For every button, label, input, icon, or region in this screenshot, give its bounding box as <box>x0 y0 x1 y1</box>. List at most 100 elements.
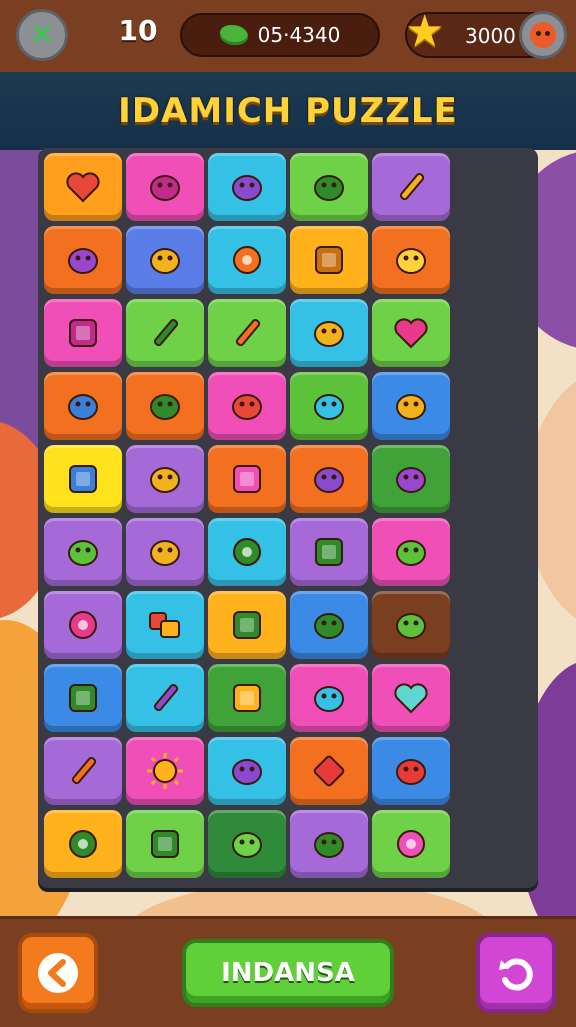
tile-gem[interactable] <box>290 372 368 440</box>
tile-berry[interactable] <box>372 445 450 513</box>
leaf-icon <box>68 540 98 566</box>
tile-face-box[interactable] <box>126 810 204 878</box>
tile-pencil[interactable] <box>126 299 204 367</box>
blob-icon <box>314 613 344 639</box>
top-bar: ✕ 10 05·4340 ★ 3000 <box>0 0 576 72</box>
tile-blob[interactable] <box>208 810 286 878</box>
tile-plane[interactable] <box>372 372 450 440</box>
tile-book[interactable] <box>208 445 286 513</box>
tile-pencil[interactable] <box>126 664 204 732</box>
gem-icon <box>314 394 344 420</box>
tile-bubble[interactable] <box>290 664 368 732</box>
undo-button[interactable] <box>476 933 556 1013</box>
sun-icon <box>147 753 183 789</box>
tile-mushroom[interactable] <box>44 226 122 294</box>
heart-icon <box>394 318 428 349</box>
tile-bug[interactable] <box>126 153 204 221</box>
berry-icon <box>396 467 426 493</box>
tile-leaf[interactable] <box>44 518 122 586</box>
back-arrow-icon <box>38 953 78 993</box>
tile-critter[interactable] <box>208 153 286 221</box>
pill-icon <box>314 832 344 858</box>
tile-camera[interactable] <box>44 299 122 367</box>
tile-donut[interactable] <box>208 226 286 294</box>
back-button[interactable] <box>18 933 98 1013</box>
tile-brush[interactable] <box>208 299 286 367</box>
tile-pill[interactable] <box>290 810 368 878</box>
title-banner: IDAMICH PUZZLE <box>0 72 576 150</box>
tile-frame[interactable] <box>290 226 368 294</box>
tile-sun[interactable] <box>126 737 204 805</box>
tile-apple[interactable] <box>372 737 450 805</box>
bubble-icon <box>314 686 344 712</box>
heart-face-icon <box>66 172 100 203</box>
pencil-icon <box>153 684 179 712</box>
frame-icon <box>315 246 343 274</box>
squares-icon <box>149 612 180 638</box>
bottom-bar: INDANSA <box>0 916 576 1027</box>
target-icon <box>397 830 425 858</box>
tile-heart[interactable] <box>372 299 450 367</box>
tile-cross-tools[interactable] <box>208 372 286 440</box>
tile-phone[interactable] <box>208 591 286 659</box>
cross-tools-icon <box>232 394 262 420</box>
tile-arrow[interactable] <box>372 591 450 659</box>
main-action-button[interactable]: INDANSA <box>182 939 394 1007</box>
fish-icon <box>150 394 180 420</box>
face-box-icon <box>151 830 179 858</box>
tile-frog[interactable] <box>290 153 368 221</box>
close-button[interactable]: ✕ <box>16 9 68 61</box>
book-icon <box>233 465 261 493</box>
tile-key[interactable] <box>126 226 204 294</box>
tile-creature[interactable] <box>372 226 450 294</box>
tile-leaf-box[interactable] <box>44 664 122 732</box>
creature-icon <box>150 467 180 493</box>
tile-fish[interactable] <box>126 372 204 440</box>
creature-icon <box>396 248 426 274</box>
ring-icon <box>233 538 261 566</box>
tile-box[interactable] <box>44 445 122 513</box>
tile-blob[interactable] <box>290 591 368 659</box>
timer-display: 05·4340 <box>180 13 380 57</box>
tile-mushroom[interactable] <box>290 299 368 367</box>
star-icon: ★ <box>405 6 445 57</box>
tile-squares[interactable] <box>126 591 204 659</box>
tile-folder[interactable] <box>208 664 286 732</box>
tile-mic[interactable] <box>208 737 286 805</box>
folder-icon <box>233 684 261 712</box>
tile-heart[interactable] <box>372 664 450 732</box>
candy-icon <box>150 540 180 566</box>
main-action-label: INDANSA <box>221 958 355 988</box>
tile-match[interactable] <box>44 737 122 805</box>
diamond-icon <box>313 755 345 787</box>
donut-icon <box>233 246 261 274</box>
tile-ring[interactable] <box>44 810 122 878</box>
level-number: 10 <box>118 14 158 47</box>
pencil-icon <box>153 319 179 347</box>
heart-icon <box>394 683 428 714</box>
tile-target[interactable] <box>372 810 450 878</box>
mushroom-icon <box>314 321 344 347</box>
puzzle-board <box>38 148 538 888</box>
tile-envelope[interactable] <box>290 518 368 586</box>
tile-ring[interactable] <box>44 591 122 659</box>
tile-boot[interactable] <box>44 372 122 440</box>
tile-pencil[interactable] <box>372 153 450 221</box>
tile-wrench[interactable] <box>290 445 368 513</box>
profile-button[interactable] <box>519 11 567 59</box>
wrench-icon <box>314 467 344 493</box>
pencil-icon <box>399 173 425 201</box>
tile-rocket[interactable] <box>372 518 450 586</box>
tile-ring[interactable] <box>208 518 286 586</box>
tile-heart-face[interactable] <box>44 153 122 221</box>
tile-diamond[interactable] <box>290 737 368 805</box>
box-icon <box>69 465 97 493</box>
blob-icon <box>232 832 262 858</box>
brush-icon <box>235 319 261 347</box>
leaf-box-icon <box>69 684 97 712</box>
face-icon <box>530 22 556 48</box>
ring-icon <box>69 830 97 858</box>
tile-candy[interactable] <box>126 518 204 586</box>
tile-creature[interactable] <box>126 445 204 513</box>
envelope-icon <box>315 538 343 566</box>
